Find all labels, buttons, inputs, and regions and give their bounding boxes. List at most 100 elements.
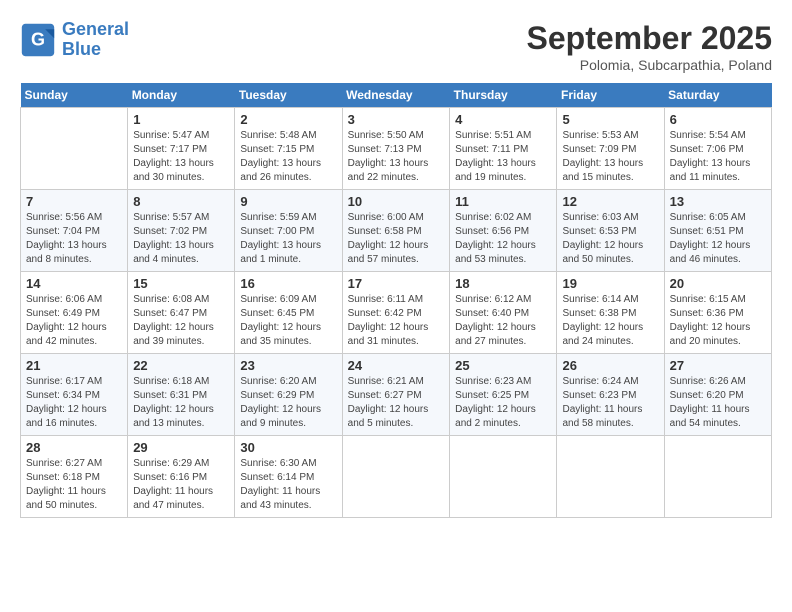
day-info: Sunrise: 5:56 AM Sunset: 7:04 PM Dayligh… xyxy=(26,211,122,267)
calendar-cell: 7 Sunrise: 5:56 AM Sunset: 7:04 PM Daylig… xyxy=(21,190,128,272)
day-number: 12 xyxy=(562,194,658,209)
day-number: 29 xyxy=(133,440,229,455)
day-info: Sunrise: 6:02 AM Sunset: 6:56 PM Dayligh… xyxy=(455,211,551,267)
day-number: 10 xyxy=(348,194,445,209)
day-info: Sunrise: 6:03 AM Sunset: 6:53 PM Dayligh… xyxy=(562,211,658,267)
day-info: Sunrise: 6:06 AM Sunset: 6:49 PM Dayligh… xyxy=(26,293,122,349)
logo: G General Blue xyxy=(20,20,129,60)
logo-line1: General xyxy=(62,19,129,39)
day-info: Sunrise: 5:50 AM Sunset: 7:13 PM Dayligh… xyxy=(348,129,445,185)
day-number: 9 xyxy=(240,194,336,209)
logo-text: General Blue xyxy=(62,20,129,60)
calendar-table: SundayMondayTuesdayWednesdayThursdayFrid… xyxy=(20,83,772,518)
day-number: 8 xyxy=(133,194,229,209)
calendar-cell xyxy=(557,436,664,518)
weekday-header-tuesday: Tuesday xyxy=(235,83,342,108)
day-number: 19 xyxy=(562,276,658,291)
day-info: Sunrise: 6:00 AM Sunset: 6:58 PM Dayligh… xyxy=(348,211,445,267)
week-row-2: 7 Sunrise: 5:56 AM Sunset: 7:04 PM Daylig… xyxy=(21,190,772,272)
day-number: 21 xyxy=(26,358,122,373)
day-info: Sunrise: 6:20 AM Sunset: 6:29 PM Dayligh… xyxy=(240,375,336,431)
day-info: Sunrise: 6:09 AM Sunset: 6:45 PM Dayligh… xyxy=(240,293,336,349)
calendar-cell: 23 Sunrise: 6:20 AM Sunset: 6:29 PM Dayli… xyxy=(235,354,342,436)
day-number: 1 xyxy=(133,112,229,127)
day-number: 16 xyxy=(240,276,336,291)
calendar-cell: 15 Sunrise: 6:08 AM Sunset: 6:47 PM Dayli… xyxy=(128,272,235,354)
calendar-cell: 4 Sunrise: 5:51 AM Sunset: 7:11 PM Daylig… xyxy=(450,108,557,190)
day-number: 14 xyxy=(26,276,122,291)
day-info: Sunrise: 5:51 AM Sunset: 7:11 PM Dayligh… xyxy=(455,129,551,185)
day-number: 17 xyxy=(348,276,445,291)
calendar-cell: 26 Sunrise: 6:24 AM Sunset: 6:23 PM Dayli… xyxy=(557,354,664,436)
calendar-cell: 29 Sunrise: 6:29 AM Sunset: 6:16 PM Dayli… xyxy=(128,436,235,518)
calendar-cell: 28Sunrise: 6:27 AM Sunset: 6:18 PM Dayli… xyxy=(21,436,128,518)
week-row-4: 21 Sunrise: 6:17 AM Sunset: 6:34 PM Dayli… xyxy=(21,354,772,436)
calendar-cell: 17Sunrise: 6:11 AM Sunset: 6:42 PM Dayli… xyxy=(342,272,450,354)
day-number: 25 xyxy=(455,358,551,373)
day-number: 3 xyxy=(348,112,445,127)
day-number: 27 xyxy=(670,358,766,373)
day-info: Sunrise: 6:18 AM Sunset: 6:31 PM Dayligh… xyxy=(133,375,229,431)
weekday-header-friday: Friday xyxy=(557,83,664,108)
calendar-cell: 12 Sunrise: 6:03 AM Sunset: 6:53 PM Dayli… xyxy=(557,190,664,272)
calendar-cell: 9 Sunrise: 5:59 AM Sunset: 7:00 PM Daylig… xyxy=(235,190,342,272)
month-title: September 2025 xyxy=(527,20,772,57)
day-info: Sunrise: 6:30 AM Sunset: 6:14 PM Dayligh… xyxy=(240,457,336,513)
weekday-header-wednesday: Wednesday xyxy=(342,83,450,108)
day-number: 13 xyxy=(670,194,766,209)
day-info: Sunrise: 6:24 AM Sunset: 6:23 PM Dayligh… xyxy=(562,375,658,431)
location-subtitle: Polomia, Subcarpathia, Poland xyxy=(527,57,772,73)
calendar-cell: 6Sunrise: 5:54 AM Sunset: 7:06 PM Daylig… xyxy=(664,108,771,190)
calendar-cell: 1Sunrise: 5:47 AM Sunset: 7:17 PM Daylig… xyxy=(128,108,235,190)
logo-icon: G xyxy=(20,22,56,58)
calendar-cell: 30Sunrise: 6:30 AM Sunset: 6:14 PM Dayli… xyxy=(235,436,342,518)
day-number: 28 xyxy=(26,440,122,455)
day-info: Sunrise: 5:59 AM Sunset: 7:00 PM Dayligh… xyxy=(240,211,336,267)
calendar-cell: 22 Sunrise: 6:18 AM Sunset: 6:31 PM Dayli… xyxy=(128,354,235,436)
calendar-cell: 25 Sunrise: 6:23 AM Sunset: 6:25 PM Dayli… xyxy=(450,354,557,436)
day-number: 6 xyxy=(670,112,766,127)
day-info: Sunrise: 6:29 AM Sunset: 6:16 PM Dayligh… xyxy=(133,457,229,513)
day-info: Sunrise: 6:14 AM Sunset: 6:38 PM Dayligh… xyxy=(562,293,658,349)
calendar-cell xyxy=(21,108,128,190)
day-number: 20 xyxy=(670,276,766,291)
day-info: Sunrise: 5:48 AM Sunset: 7:15 PM Dayligh… xyxy=(240,129,336,185)
day-number: 5 xyxy=(562,112,658,127)
calendar-cell: 19 Sunrise: 6:14 AM Sunset: 6:38 PM Dayli… xyxy=(557,272,664,354)
calendar-cell: 24 Sunrise: 6:21 AM Sunset: 6:27 PM Dayli… xyxy=(342,354,450,436)
day-info: Sunrise: 6:23 AM Sunset: 6:25 PM Dayligh… xyxy=(455,375,551,431)
calendar-cell: 14 Sunrise: 6:06 AM Sunset: 6:49 PM Dayli… xyxy=(21,272,128,354)
calendar-cell: 10 Sunrise: 6:00 AM Sunset: 6:58 PM Dayli… xyxy=(342,190,450,272)
day-info: Sunrise: 6:17 AM Sunset: 6:34 PM Dayligh… xyxy=(26,375,122,431)
svg-text:G: G xyxy=(31,29,45,49)
day-info: Sunrise: 6:12 AM Sunset: 6:40 PM Dayligh… xyxy=(455,293,551,349)
calendar-cell xyxy=(450,436,557,518)
day-number: 23 xyxy=(240,358,336,373)
calendar-cell: 2Sunrise: 5:48 AM Sunset: 7:15 PM Daylig… xyxy=(235,108,342,190)
day-number: 4 xyxy=(455,112,551,127)
page-header: G General Blue September 2025 Polomia, S… xyxy=(20,20,772,73)
calendar-cell xyxy=(342,436,450,518)
day-info: Sunrise: 6:21 AM Sunset: 6:27 PM Dayligh… xyxy=(348,375,445,431)
calendar-cell: 5Sunrise: 5:53 AM Sunset: 7:09 PM Daylig… xyxy=(557,108,664,190)
week-row-3: 14 Sunrise: 6:06 AM Sunset: 6:49 PM Dayli… xyxy=(21,272,772,354)
day-number: 15 xyxy=(133,276,229,291)
calendar-cell: 13 Sunrise: 6:05 AM Sunset: 6:51 PM Dayli… xyxy=(664,190,771,272)
weekday-header-row: SundayMondayTuesdayWednesdayThursdayFrid… xyxy=(21,83,772,108)
weekday-header-thursday: Thursday xyxy=(450,83,557,108)
calendar-cell: 27Sunrise: 6:26 AM Sunset: 6:20 PM Dayli… xyxy=(664,354,771,436)
weekday-header-sunday: Sunday xyxy=(21,83,128,108)
day-number: 26 xyxy=(562,358,658,373)
calendar-cell: 8 Sunrise: 5:57 AM Sunset: 7:02 PM Daylig… xyxy=(128,190,235,272)
day-number: 22 xyxy=(133,358,229,373)
day-number: 7 xyxy=(26,194,122,209)
day-info: Sunrise: 6:08 AM Sunset: 6:47 PM Dayligh… xyxy=(133,293,229,349)
day-info: Sunrise: 6:05 AM Sunset: 6:51 PM Dayligh… xyxy=(670,211,766,267)
day-info: Sunrise: 5:57 AM Sunset: 7:02 PM Dayligh… xyxy=(133,211,229,267)
logo-line2: Blue xyxy=(62,39,101,59)
day-number: 24 xyxy=(348,358,445,373)
calendar-cell: 16 Sunrise: 6:09 AM Sunset: 6:45 PM Dayli… xyxy=(235,272,342,354)
weekday-header-monday: Monday xyxy=(128,83,235,108)
title-section: September 2025 Polomia, Subcarpathia, Po… xyxy=(527,20,772,73)
day-number: 11 xyxy=(455,194,551,209)
